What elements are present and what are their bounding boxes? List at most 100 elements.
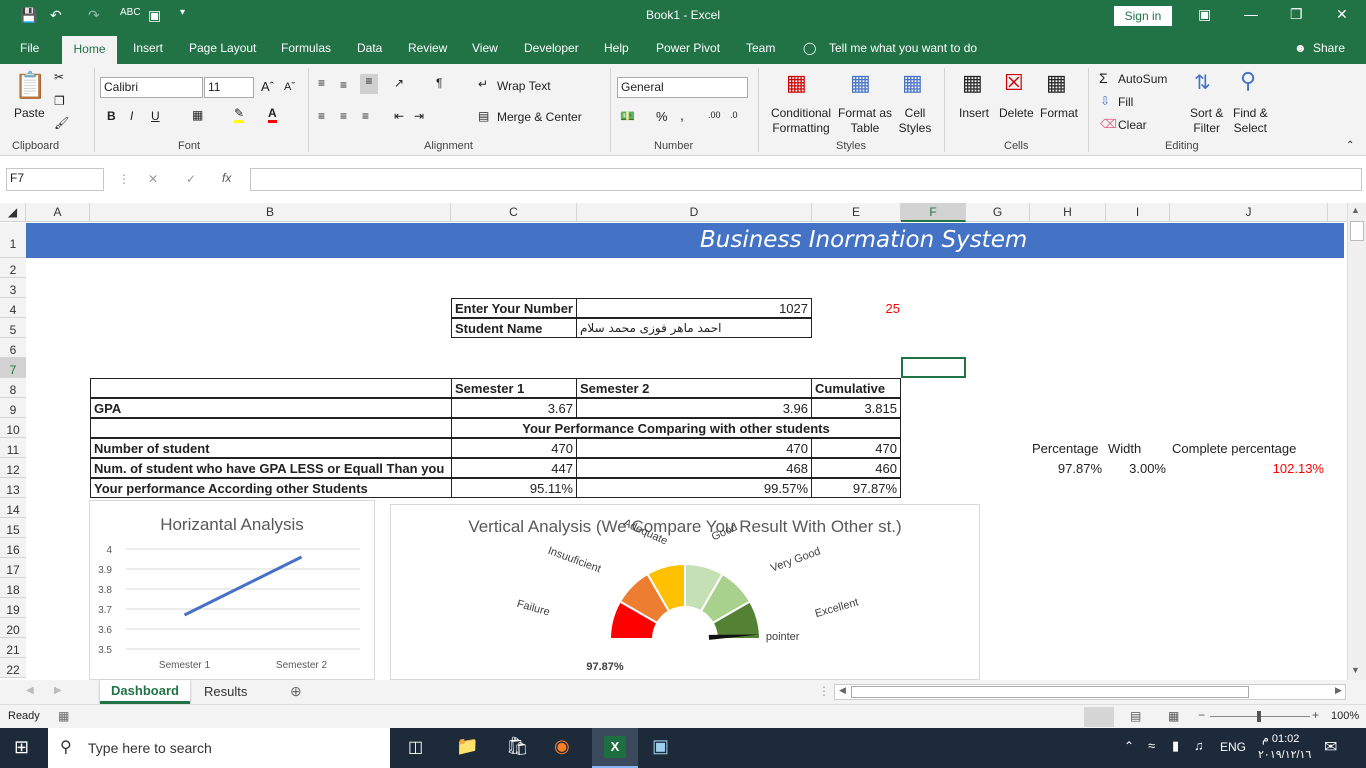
col-header-c[interactable]: C [451,203,577,222]
fill-icon[interactable]: ⇩ [1100,94,1110,108]
cell-d13[interactable]: 99.57% [576,478,812,498]
tab-power-pivot[interactable]: Power Pivot [656,41,720,55]
bottom-align-icon[interactable]: ≡ [360,74,378,94]
format-painter-icon[interactable]: 🖌 [54,116,69,130]
find-select-button[interactable]: Find & Select [1233,106,1268,136]
cell-i12[interactable]: 3.00% [1106,461,1166,476]
tab-data[interactable]: Data [357,41,382,55]
row-header-1[interactable]: 1 [0,223,26,258]
store-icon[interactable]: 🛍 [506,736,529,757]
cell-styles-icon[interactable]: ▦ [902,70,923,96]
delete-cells-icon[interactable]: ☒ [1004,70,1024,96]
paste-button[interactable]: Paste [14,106,45,120]
col-header-h[interactable]: H [1030,203,1106,222]
row-header-21[interactable]: 21 [0,638,26,658]
row-header-13[interactable]: 13 [0,478,26,498]
scroll-down-icon[interactable]: ▼ [1351,665,1360,675]
row-header-15[interactable]: 15 [0,518,26,538]
app-icon[interactable]: ▣ [652,736,669,757]
middle-align-icon[interactable]: ≡ [340,78,347,92]
cell-e9[interactable]: 3.815 [811,398,901,418]
scroll-thumb[interactable] [1350,221,1364,241]
align-right-icon[interactable]: ≡ [362,109,369,123]
conditional-formatting-button[interactable]: Conditional Formatting [768,106,834,136]
formula-input[interactable] [250,168,1362,191]
row-header-9[interactable]: 9 [0,398,26,418]
autosum-icon[interactable]: Σ [1099,70,1108,86]
prev-sheet-icon[interactable]: ◀ [26,685,34,696]
borders-icon[interactable]: ▦ [192,108,203,122]
merge-center-button[interactable]: Merge & Center [497,110,582,124]
underline-button[interactable]: U [151,109,160,123]
tab-team[interactable]: Team [746,41,775,55]
collapse-ribbon-icon[interactable]: ⌃ [1346,140,1354,151]
cell-c10-merged[interactable]: Your Performance Comparing with other st… [451,418,901,438]
format-as-table-button[interactable]: Format as Table [838,106,892,136]
battery-icon[interactable]: ▮ [1172,738,1179,754]
row-header-11[interactable]: 11 [0,438,26,458]
italic-button[interactable]: I [130,109,133,123]
close-icon[interactable]: ✕ [1336,6,1348,23]
autosum-button[interactable]: AutoSum [1118,72,1167,86]
cell-j11[interactable]: Complete percentage [1172,441,1296,456]
row-header-17[interactable]: 17 [0,558,26,578]
restore-icon[interactable]: ❐ [1290,6,1303,23]
windows-start-icon[interactable]: ⊞ [14,737,29,758]
row-header-10[interactable]: 10 [0,418,26,438]
row-header-4[interactable]: 4 [0,298,26,318]
excel-taskbar-button[interactable]: X [592,728,638,768]
tab-split-icon[interactable]: ⋮ [818,684,830,698]
sheet-tab-dashboard[interactable]: Dashboard [100,680,190,704]
col-header-d[interactable]: D [577,203,812,222]
name-box[interactable]: F7 [6,168,104,191]
clock-date[interactable]: ٢٠١٩/١٢/١٦ [1258,748,1311,761]
number-format-select[interactable]: General [617,77,748,98]
page-break-view-icon[interactable]: ▦ [1168,709,1179,723]
decrease-font-icon[interactable]: Aˇ [284,81,295,93]
row-header-18[interactable]: 18 [0,578,26,598]
next-sheet-icon[interactable]: ▶ [54,685,62,696]
task-view-icon[interactable]: ◫ [408,737,423,757]
zoom-level[interactable]: 100% [1331,710,1359,722]
find-select-icon[interactable]: ⚲ [1240,68,1256,94]
tab-help[interactable]: Help [604,41,629,55]
tab-file[interactable]: File [20,41,39,55]
page-layout-view-icon[interactable]: ▤ [1130,709,1141,723]
vertical-analysis-chart[interactable]: Vertical Analysis (We Compare You Result… [390,504,980,680]
sort-filter-icon[interactable]: ⇅ [1194,70,1211,95]
cell-b8[interactable] [90,378,452,398]
clear-button[interactable]: Clear [1118,118,1147,132]
decrease-decimal-icon[interactable]: .0 [730,110,738,120]
cell-d12[interactable]: 468 [576,458,812,478]
file-explorer-icon[interactable]: 📁 [456,736,478,757]
bold-button[interactable]: B [107,109,116,123]
cell-c12[interactable]: 447 [451,458,577,478]
cell-b13[interactable]: Your performance According other Student… [90,478,452,498]
insert-cells-button[interactable]: Insert [959,106,989,120]
row-header-3[interactable]: 3 [0,278,26,298]
cell-b11[interactable]: Number of student [90,438,452,458]
copy-icon[interactable]: ❐ [54,94,65,108]
h-scroll-thumb[interactable] [851,686,1249,698]
tab-insert[interactable]: Insert [133,41,163,55]
horizontal-analysis-chart[interactable]: Horizantal Analysis 4 3.9 3.8 3.7 3.6 3.5 Seme… [89,500,375,680]
cell-c5[interactable]: Student Name [451,318,577,338]
cell-c13[interactable]: 95.11% [451,478,577,498]
cell-d5[interactable]: احمد ماهر فوزى محمد سلام [576,318,812,338]
font-size-select[interactable]: 11 [204,77,254,98]
cell-h11[interactable]: Percentage [1032,441,1099,456]
wrap-text-button[interactable]: Wrap Text [497,79,551,93]
col-header-a[interactable]: A [26,203,90,222]
col-header-j[interactable]: J [1170,203,1328,222]
format-as-table-icon[interactable]: ▦ [850,70,871,96]
row-header-5[interactable]: 5 [0,318,26,338]
tab-page-layout[interactable]: Page Layout [189,41,256,55]
tab-review[interactable]: Review [408,41,447,55]
cell-d11[interactable]: 470 [576,438,812,458]
sheet-tab-results[interactable]: Results [204,684,247,699]
cell-e12[interactable]: 460 [811,458,901,478]
col-header-i[interactable]: I [1106,203,1170,222]
increase-font-icon[interactable]: Aˆ [261,79,274,94]
cell-b12[interactable]: Num. of student who have GPA LESS or Equ… [90,458,452,478]
cell-d8[interactable]: Semester 2 [576,378,812,398]
